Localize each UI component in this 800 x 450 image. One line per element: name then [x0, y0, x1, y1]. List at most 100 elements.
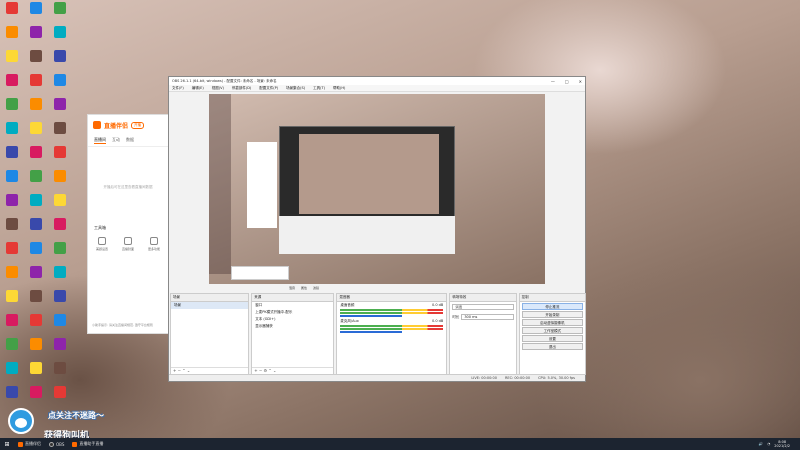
desktop-shortcut-icon[interactable] — [2, 218, 22, 242]
source-settings-icon[interactable]: ⚙ — [264, 368, 268, 373]
volume-slider[interactable] — [340, 315, 403, 317]
studio-mode-button[interactable]: 工作室模式 — [521, 327, 583, 334]
desktop-shortcut-icon[interactable] — [26, 146, 46, 170]
desktop-shortcut-icon[interactable] — [2, 26, 22, 50]
desktop-shortcut-icon[interactable] — [50, 2, 70, 26]
desktop-shortcut-icon[interactable] — [26, 362, 46, 386]
desktop-shortcut-icon[interactable] — [50, 146, 70, 170]
start-live-badge[interactable]: 开播 — [131, 121, 145, 129]
desktop-shortcut-icon[interactable] — [26, 290, 46, 314]
desktop-shortcut-icon[interactable] — [50, 290, 70, 314]
tab-live-room[interactable]: 直播间 — [94, 137, 106, 144]
obs-menu-item[interactable]: 场景集合(S) — [286, 86, 305, 91]
obs-menu-item[interactable]: 配置文件(P) — [259, 86, 278, 91]
desktop-shortcut-icon[interactable] — [2, 338, 22, 362]
maximize-icon[interactable]: □ — [565, 79, 569, 84]
desktop-shortcut-icon[interactable] — [26, 314, 46, 338]
source-item[interactable]: 上麦PK模式开播中-配乐 — [252, 309, 333, 316]
desktop-shortcut-icon[interactable] — [26, 2, 46, 26]
desktop-shortcut-icon[interactable] — [2, 266, 22, 290]
add-source-icon[interactable]: + — [254, 368, 257, 373]
desktop-shortcut-icon[interactable] — [2, 362, 22, 386]
exit-button[interactable]: 退出 — [521, 343, 583, 350]
virtual-camera-button[interactable]: 启动虚拟摄像机 — [521, 319, 583, 326]
desktop-shortcut-icon[interactable] — [2, 50, 22, 74]
desktop-shortcut-icon[interactable] — [2, 314, 22, 338]
network-icon[interactable]: ◔ — [767, 442, 770, 446]
desktop-shortcut-icon[interactable] — [26, 338, 46, 362]
source-item[interactable]: 窗口 — [252, 302, 333, 309]
start-icon[interactable]: ⊞ — [0, 438, 14, 450]
desktop-shortcut-icon[interactable] — [26, 122, 46, 146]
desktop-shortcut-icon[interactable] — [50, 194, 70, 218]
volume-icon[interactable]: 🔊 — [759, 442, 763, 446]
obs-menu-item[interactable]: 编辑(E) — [192, 86, 204, 91]
desktop-shortcut-icon[interactable] — [26, 242, 46, 266]
preview-properties-button[interactable]: 属性 — [301, 286, 307, 290]
desktop-shortcut-icon[interactable] — [50, 98, 70, 122]
desktop-shortcut-icon[interactable] — [50, 338, 70, 362]
desktop-shortcut-icon[interactable] — [50, 218, 70, 242]
obs-menu-item[interactable]: 工具(T) — [313, 86, 325, 91]
desktop-shortcut-icon[interactable] — [50, 314, 70, 338]
desktop-shortcut-icon[interactable] — [26, 170, 46, 194]
desktop-shortcut-icon[interactable] — [2, 194, 22, 218]
desktop-shortcut-icon[interactable] — [26, 266, 46, 290]
remove-source-icon[interactable]: − — [259, 368, 262, 373]
tool-more[interactable]: 更多功能 — [144, 237, 164, 251]
tool-cover[interactable]: 直播封面 — [118, 237, 138, 251]
duration-input[interactable]: 300 ms — [461, 314, 514, 320]
desktop-shortcut-icon[interactable] — [26, 194, 46, 218]
source-item[interactable]: 文本 (GDI+) — [252, 316, 333, 323]
add-scene-icon[interactable]: + — [173, 368, 176, 373]
move-up-icon[interactable]: ⌃ — [268, 368, 271, 373]
clock[interactable]: 8:08 2021/2/2 — [774, 440, 790, 448]
desktop-shortcut-icon[interactable] — [2, 146, 22, 170]
obs-preview[interactable] — [209, 94, 545, 284]
source-item[interactable]: 显示器捕获 — [252, 323, 333, 330]
desktop-shortcut-icon[interactable] — [50, 26, 70, 50]
remove-scene-icon[interactable]: − — [178, 368, 181, 373]
desktop-shortcut-icon[interactable] — [26, 74, 46, 98]
tab-data[interactable]: 数据 — [126, 137, 134, 144]
desktop-shortcut-icon[interactable] — [50, 242, 70, 266]
minimize-icon[interactable]: — — [551, 79, 555, 84]
settings-button[interactable]: 设置 — [521, 335, 583, 342]
obs-menu-item[interactable]: 视图(V) — [212, 86, 224, 91]
obs-menu-item[interactable]: 帮助(H) — [333, 86, 345, 91]
taskbar-app-companion[interactable]: 直播伴侣 — [14, 438, 45, 450]
desktop-shortcut-icon[interactable] — [26, 26, 46, 50]
transition-select[interactable]: 淡出 — [452, 304, 514, 310]
desktop-shortcut-icon[interactable] — [50, 170, 70, 194]
volume-slider[interactable] — [340, 331, 403, 333]
move-up-icon[interactable]: ⌃ — [182, 368, 185, 373]
desktop-shortcut-icon[interactable] — [2, 74, 22, 98]
desktop-shortcut-icon[interactable] — [50, 266, 70, 290]
desktop-shortcut-icon[interactable] — [26, 98, 46, 122]
desktop-shortcut-icon[interactable] — [2, 122, 22, 146]
desktop-shortcut-icon[interactable] — [50, 362, 70, 386]
desktop-shortcut-icon[interactable] — [50, 50, 70, 74]
obs-menu-item[interactable]: 停靠部件(D) — [232, 86, 251, 91]
obs-menu-item[interactable]: 文件(F) — [172, 86, 184, 91]
stop-streaming-button[interactable]: 停止推流 — [521, 303, 583, 310]
taskbar-app-assistant[interactable]: 直播助手直播 — [68, 438, 107, 450]
preview-audio-button[interactable]: 混音 — [289, 286, 295, 290]
close-icon[interactable]: ✕ — [579, 79, 582, 84]
taskbar-app-obs[interactable]: OBS — [45, 438, 68, 450]
desktop-shortcut-icon[interactable] — [26, 218, 46, 242]
tool-beauty[interactable]: 美颜设置 — [92, 237, 112, 251]
desktop-shortcut-icon[interactable] — [2, 290, 22, 314]
desktop-shortcut-icon[interactable] — [26, 50, 46, 74]
desktop-shortcut-icon[interactable] — [50, 74, 70, 98]
desktop-shortcut-icon[interactable] — [2, 242, 22, 266]
tab-interaction[interactable]: 互动 — [112, 137, 120, 144]
preview-filters-button[interactable]: 滤镜 — [313, 286, 319, 290]
move-down-icon[interactable]: ⌄ — [187, 368, 190, 373]
scene-item[interactable]: 场景 — [171, 302, 249, 309]
move-down-icon[interactable]: ⌄ — [273, 368, 276, 373]
start-recording-button[interactable]: 开始录制 — [521, 311, 583, 318]
desktop-shortcut-icon[interactable] — [2, 98, 22, 122]
desktop-shortcut-icon[interactable] — [50, 122, 70, 146]
desktop-shortcut-icon[interactable] — [2, 170, 22, 194]
